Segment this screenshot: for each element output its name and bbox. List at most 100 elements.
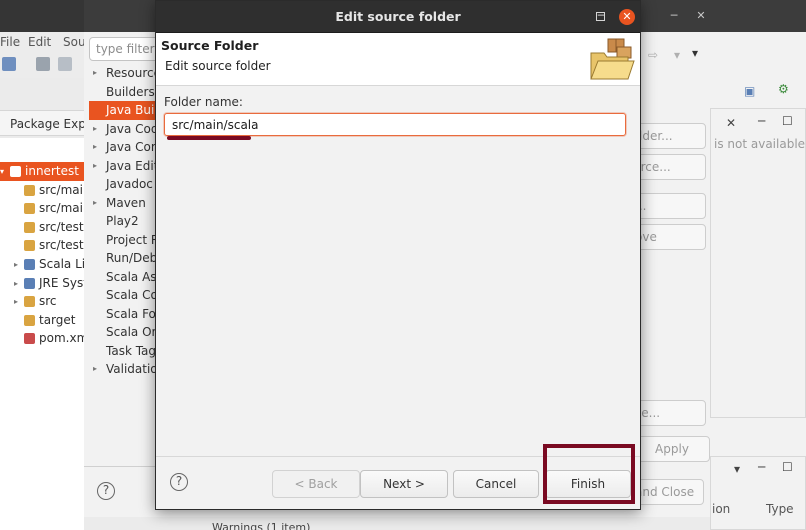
tree-item[interactable]: target: [0, 311, 84, 330]
apply-and-close-button[interactable]: and Close: [630, 479, 704, 505]
edit-source-folder-dialog: Edit source folder ✕ Source Folder Edit …: [155, 0, 641, 510]
properties-close-icon[interactable]: ✕: [694, 9, 708, 23]
preferences-category-item[interactable]: Project R: [89, 231, 159, 250]
help-icon[interactable]: ?: [170, 473, 188, 491]
tree-item[interactable]: ▸ JRE Syst: [0, 274, 84, 293]
link-source-button[interactable]: urce...: [630, 154, 706, 180]
preferences-category-item[interactable]: Run/Debu: [89, 249, 159, 268]
preferences-category-item[interactable]: Play2: [89, 212, 159, 231]
next-button[interactable]: Next >: [360, 470, 448, 498]
close-view-icon[interactable]: ✕: [726, 116, 736, 130]
preferences-category-label: Validation: [106, 362, 159, 376]
minimize-view-icon[interactable]: ─: [758, 114, 765, 128]
tree-item[interactable]: src/test: [0, 236, 84, 255]
maximize-view-icon[interactable]: ☐: [782, 114, 793, 128]
chevron-right-icon[interactable]: ▸: [14, 292, 22, 311]
preferences-category-label: Maven: [106, 195, 146, 210]
chevron-right-icon[interactable]: ▸: [93, 157, 97, 175]
save-icon[interactable]: [36, 57, 50, 71]
dropdown-arrow-icon[interactable]: ▾: [674, 48, 680, 62]
tree-item[interactable]: src/test: [0, 218, 84, 237]
dialog-minimize-icon[interactable]: ─: [594, 9, 608, 23]
save-all-icon[interactable]: [58, 57, 72, 71]
column-type[interactable]: Type: [766, 502, 794, 516]
preferences-footer-divider: [84, 466, 156, 467]
preferences-category-label: Play2: [106, 214, 139, 228]
preferences-category-item[interactable]: ▸ Resource: [89, 64, 159, 83]
tree-item[interactable]: ▾ innertest: [0, 162, 84, 181]
chevron-right-icon[interactable]: ▸: [14, 255, 22, 274]
browse-button[interactable]: se...: [630, 400, 706, 426]
add-folder-button[interactable]: lder...: [630, 123, 706, 149]
view-menu-icon[interactable]: ▾: [692, 46, 698, 60]
finish-annotation-box: [543, 444, 635, 504]
tree-node-icon: [24, 296, 35, 308]
bottom-view-menu-icon[interactable]: ▾: [734, 462, 740, 476]
apply-button[interactable]: Apply: [634, 436, 710, 462]
new-icon[interactable]: [2, 57, 16, 71]
preferences-category-item[interactable]: Javadoc L: [89, 175, 159, 194]
chevron-down-icon[interactable]: ▾: [0, 162, 8, 181]
preferences-category-item[interactable]: Scala Con: [89, 286, 159, 305]
preferences-category-label: Java Code: [106, 121, 159, 136]
tree-item-label: src: [39, 294, 57, 309]
tree-item[interactable]: pom.xm: [0, 329, 84, 348]
menu-edit[interactable]: Edit: [28, 35, 51, 49]
preferences-category-item[interactable]: Scala Asy: [89, 268, 159, 287]
chevron-right-icon[interactable]: ▸: [93, 138, 97, 156]
chevron-right-icon[interactable]: ▸: [93, 120, 97, 138]
preferences-category-item[interactable]: Task Tags: [89, 342, 159, 361]
column-location[interactable]: ion: [712, 502, 730, 516]
edit-button[interactable]: ...: [630, 193, 706, 219]
tree-node-icon: [24, 277, 35, 289]
preferences-category-label: Project R: [106, 232, 159, 247]
tree-item[interactable]: ▸ Scala Lib: [0, 255, 84, 274]
forward-arrow-icon[interactable]: ⇨: [648, 48, 658, 62]
preferences-category-item[interactable]: ▸ Java Edito: [89, 157, 159, 176]
preferences-category-label: Scala Con: [106, 288, 159, 302]
properties-minimize-icon[interactable]: ─: [667, 9, 681, 23]
preferences-category-item[interactable]: Scala Org: [89, 323, 159, 342]
preferences-category-item[interactable]: Builders: [89, 83, 159, 102]
open-perspective-icon[interactable]: ▣: [744, 84, 755, 98]
preferences-help-icon[interactable]: ?: [97, 482, 115, 500]
menu-source[interactable]: Sou: [63, 35, 86, 49]
preferences-category-label: Scala For: [106, 306, 159, 321]
preferences-category-label: Builders: [106, 84, 155, 99]
header-title: Source Folder: [161, 38, 259, 53]
preferences-category-item[interactable]: ▸ Java Com: [89, 138, 159, 157]
warnings-status: Warnings (1 item): [212, 521, 311, 530]
dialog-window-title: Edit source folder: [335, 9, 461, 24]
preferences-category-item[interactable]: ▸ Maven: [89, 194, 159, 213]
chevron-right-icon[interactable]: ▸: [14, 274, 22, 293]
tree-node-icon: [24, 203, 35, 215]
menu-file[interactable]: File: [0, 35, 20, 49]
preferences-category-item[interactable]: Java Build: [89, 101, 159, 120]
not-available-text: is not available.: [714, 137, 806, 151]
properties-right-panel: ⇨ ▾ ▾ ▣ ⚙ ✕ ─ ☐ is not available. lder..…: [630, 32, 806, 530]
tree-node-icon: [24, 221, 35, 233]
preferences-category-label: Resource: [106, 66, 159, 80]
preferences-category-item[interactable]: ▸ Java Code: [89, 120, 159, 139]
chevron-right-icon[interactable]: ▸: [93, 194, 97, 212]
preferences-filter-input[interactable]: type filter t: [89, 37, 159, 61]
remove-button[interactable]: ove: [630, 224, 706, 250]
tree-item-label: JRE Syst: [39, 275, 84, 290]
chevron-right-icon[interactable]: ▸: [93, 360, 97, 378]
folder-name-input[interactable]: [164, 113, 626, 136]
bottom-minimize-icon[interactable]: ─: [758, 460, 765, 474]
preferences-category-item[interactable]: Scala For: [89, 305, 159, 324]
back-button[interactable]: < Back: [272, 470, 360, 498]
dialog-close-icon[interactable]: ✕: [619, 9, 635, 25]
tree-item[interactable]: src/main: [0, 181, 84, 200]
tree-item[interactable]: ▸ src: [0, 292, 84, 311]
cancel-button[interactable]: Cancel: [453, 470, 539, 498]
chevron-right-icon[interactable]: ▸: [93, 64, 97, 82]
dialog-title-bar: Edit source folder ✕: [156, 1, 640, 33]
java-perspective-icon[interactable]: ⚙: [778, 82, 789, 96]
preferences-category-item[interactable]: ▸ Validation: [89, 360, 159, 379]
bottom-maximize-icon[interactable]: ☐: [782, 460, 793, 474]
tree-node-icon: [10, 166, 21, 177]
preferences-category-label: Java Build: [106, 103, 159, 117]
tree-item[interactable]: src/main: [0, 199, 84, 218]
